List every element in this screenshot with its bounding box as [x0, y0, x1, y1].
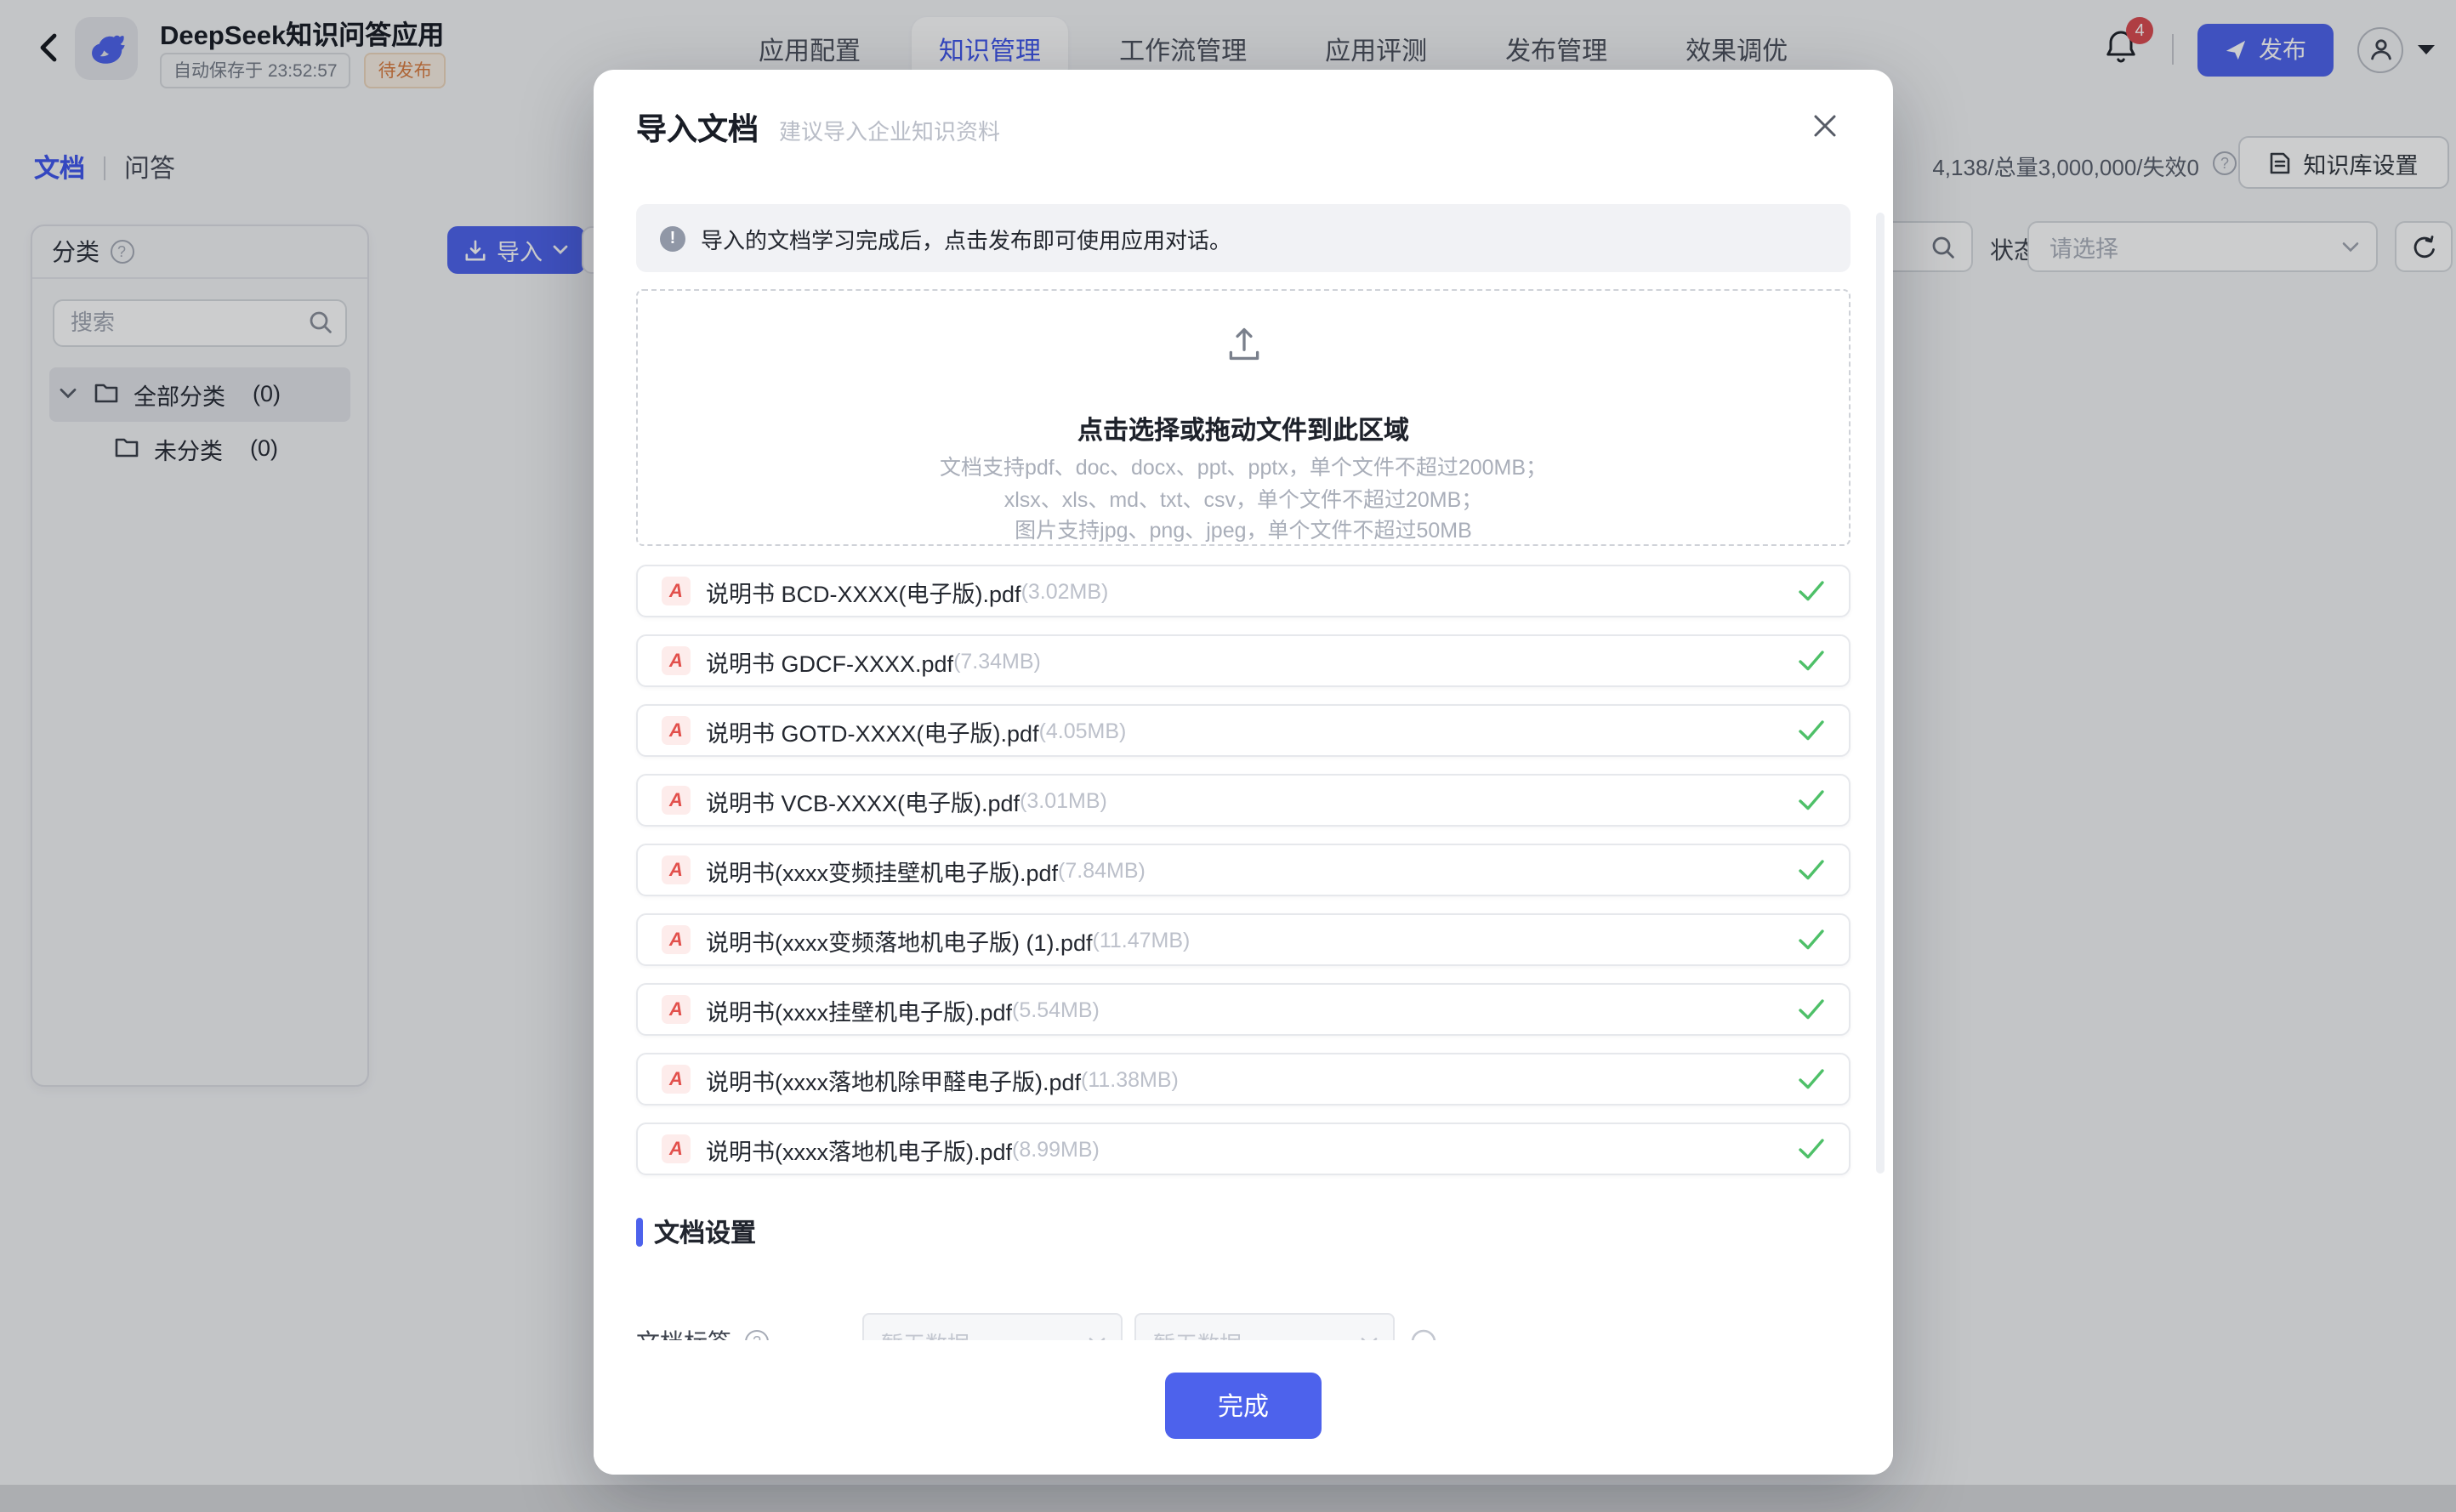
file-name: 说明书 VCB-XXXX(电子版).pdf — [706, 783, 1020, 817]
done-button[interactable]: 完成 — [1165, 1373, 1322, 1439]
modal-title: 导入文档 — [636, 105, 759, 150]
tag-selects: 暂无数据 暂无数据 — [862, 1313, 1395, 1340]
dropzone-hint: 文档支持pdf、doc、docx、ppt、pptx，单个文件不超过200MB； — [638, 458, 1849, 479]
upload-success-check-icon — [1798, 859, 1825, 881]
upload-icon — [1222, 323, 1265, 366]
upload-success-check-icon — [1798, 789, 1825, 811]
modal-scrollbar-thumb[interactable] — [1876, 213, 1884, 1174]
uploaded-file-row[interactable]: A 说明书 BCD-XXXX(电子版).pdf (3.02MB) — [636, 565, 1851, 617]
tag-select[interactable]: 暂无数据 — [862, 1313, 1123, 1340]
uploaded-file-list: A 说明书 BCD-XXXX(电子版).pdf (3.02MB) A 说明书 G… — [636, 565, 1851, 1175]
upload-success-check-icon — [1798, 650, 1825, 672]
file-name: 说明书 GDCF-XXXX.pdf — [706, 644, 953, 678]
file-name: 说明书 BCD-XXXX(电子版).pdf — [706, 574, 1021, 608]
file-name: 说明书(xxxx变频挂壁机电子版).pdf — [706, 853, 1058, 887]
pdf-file-icon: A — [662, 786, 691, 815]
file-name: 说明书(xxxx变频落地机电子版) (1).pdf — [706, 923, 1093, 957]
file-size: (11.38MB) — [1081, 1067, 1179, 1091]
tag-label-group: 文档标签 ? — [636, 1313, 862, 1340]
tag-label: 文档标签 — [636, 1325, 731, 1340]
document-settings-section: 文档设置 — [636, 1214, 1851, 1250]
uploaded-file-row[interactable]: A 说明书 VCB-XXXX(电子版).pdf (3.01MB) — [636, 774, 1851, 827]
file-size: (3.02MB) — [1021, 579, 1109, 603]
pdf-file-icon: A — [662, 646, 691, 675]
modal-footer: 完成 — [594, 1340, 1893, 1475]
pdf-file-icon: A — [662, 855, 691, 884]
pdf-file-icon: A — [662, 1134, 691, 1163]
dropzone-hint: 图片支持jpg、png、jpeg，单个文件不超过50MB — [638, 520, 1849, 542]
pdf-file-icon: A — [662, 1065, 691, 1094]
modal-body: ! 导入的文档学习完成后，点击发布即可使用应用对话。 点击选择或拖动文件到此区域… — [594, 146, 1893, 1340]
pdf-file-icon: A — [662, 716, 691, 745]
modal-header: 导入文档 建议导入企业知识资料 — [594, 70, 1893, 150]
info-icon: ! — [660, 225, 685, 251]
import-documents-modal: 导入文档 建议导入企业知识资料 ! 导入的文档学习完成后，点击发布即可使用应用对… — [594, 70, 1893, 1475]
notice-banner: ! 导入的文档学习完成后，点击发布即可使用应用对话。 — [636, 204, 1851, 272]
upload-success-check-icon — [1798, 1138, 1825, 1160]
uploaded-file-row[interactable]: A 说明书(xxxx变频挂壁机电子版).pdf (7.84MB) — [636, 844, 1851, 896]
section-accent-bar — [636, 1218, 642, 1247]
upload-dropzone[interactable]: 点击选择或拖动文件到此区域 文档支持pdf、doc、docx、ppt、pptx，… — [636, 289, 1851, 546]
upload-success-check-icon — [1798, 719, 1825, 742]
file-size: (7.84MB) — [1058, 858, 1146, 882]
tag-help-icon[interactable]: ? — [745, 1330, 769, 1340]
dropzone-title: 点击选择或拖动文件到此区域 — [638, 412, 1849, 447]
tag-select[interactable]: 暂无数据 — [1134, 1313, 1395, 1340]
pdf-file-icon: A — [662, 925, 691, 954]
file-size: (5.54MB) — [1012, 998, 1100, 1021]
notice-text: 导入的文档学习完成后，点击发布即可使用应用对话。 — [701, 222, 1231, 254]
uploaded-file-row[interactable]: A 说明书 GOTD-XXXX(电子版).pdf (4.05MB) — [636, 704, 1851, 757]
uploaded-file-row[interactable]: A 说明书 GDCF-XXXX.pdf (7.34MB) — [636, 634, 1851, 687]
uploaded-file-row[interactable]: A 说明书(xxxx落地机电子版).pdf (8.99MB) — [636, 1123, 1851, 1175]
tag-select-placeholder: 暂无数据 — [881, 1326, 969, 1340]
file-size: (4.05MB) — [1039, 719, 1127, 742]
close-icon[interactable] — [1811, 111, 1842, 141]
uploaded-file-row[interactable]: A 说明书(xxxx变频落地机电子版) (1).pdf (11.47MB) — [636, 913, 1851, 966]
dropzone-hint: xlsx、xls、md、txt、csv，单个文件不超过20MB； — [638, 489, 1849, 510]
file-size: (11.47MB) — [1093, 928, 1191, 952]
section-title-text: 文档设置 — [654, 1214, 756, 1250]
file-name: 说明书(xxxx落地机除甲醛电子版).pdf — [706, 1062, 1081, 1096]
file-size: (8.99MB) — [1012, 1137, 1100, 1161]
document-tags-row: 文档标签 ? 暂无数据 暂无数据 — [636, 1313, 1851, 1340]
modal-subtitle: 建议导入企业知识资料 — [779, 114, 1000, 146]
upload-success-check-icon — [1798, 929, 1825, 951]
file-size: (3.01MB) — [1020, 788, 1107, 812]
file-name: 说明书 GOTD-XXXX(电子版).pdf — [706, 713, 1039, 747]
uploaded-file-row[interactable]: A 说明书(xxxx落地机除甲醛电子版).pdf (11.38MB) — [636, 1053, 1851, 1106]
tag-select-placeholder: 暂无数据 — [1153, 1326, 1242, 1340]
file-size: (7.34MB) — [953, 649, 1041, 673]
file-name: 说明书(xxxx落地机电子版).pdf — [706, 1132, 1012, 1166]
uploaded-file-row[interactable]: A 说明书(xxxx挂壁机电子版).pdf (5.54MB) — [636, 983, 1851, 1036]
upload-success-check-icon — [1798, 1068, 1825, 1090]
upload-success-check-icon — [1798, 580, 1825, 602]
pdf-file-icon: A — [662, 577, 691, 605]
pdf-file-icon: A — [662, 995, 691, 1024]
file-name: 说明书(xxxx挂壁机电子版).pdf — [706, 992, 1012, 1026]
remove-tag-icon[interactable] — [1410, 1313, 1437, 1340]
upload-success-check-icon — [1798, 998, 1825, 1020]
app-root: DeepSeek知识问答应用 自动保存于 23:52:57 待发布 应用配置知识… — [0, 0, 2456, 1512]
